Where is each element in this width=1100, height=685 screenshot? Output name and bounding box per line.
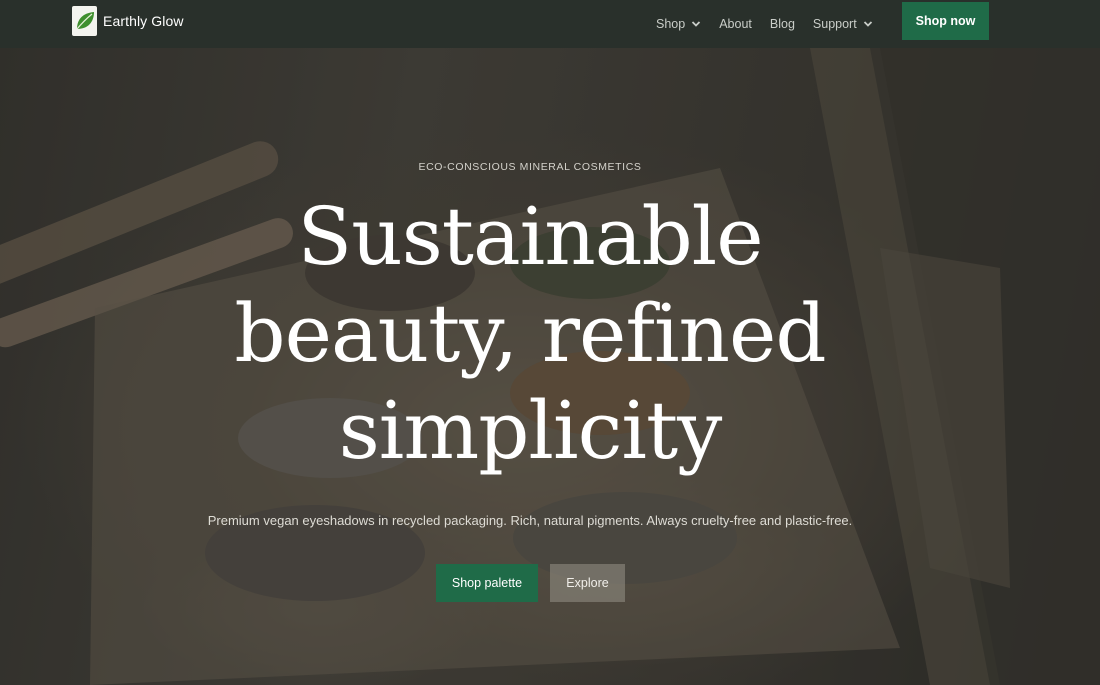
nav-item-label: Support: [812, 17, 857, 31]
headline-line: beauty, refined: [234, 287, 826, 380]
chevron-down-icon: [863, 21, 872, 27]
hero-eyebrow: ECO-CONSCIOUS MINERAL COSMETICS: [418, 161, 642, 173]
shop-now-button[interactable]: Shop now: [902, 2, 989, 40]
nav-item-support[interactable]: Support: [813, 17, 873, 31]
chevron-down-icon: [692, 21, 701, 27]
brand-name: Earthly Glow: [103, 13, 184, 29]
explore-button[interactable]: Explore: [550, 564, 625, 602]
shop-palette-button[interactable]: Shop palette: [436, 564, 538, 602]
headline-line: Sustainable: [297, 190, 763, 283]
nav-item-label: Shop: [656, 17, 686, 31]
hero-subtitle: Premium vegan eyeshadows in recycled pac…: [207, 513, 853, 528]
nav-item-shop[interactable]: Shop: [656, 17, 701, 31]
nav-item-blog[interactable]: Blog: [770, 17, 795, 31]
leaf-icon: [72, 6, 97, 36]
hero-section: ECO-CONSCIOUS MINERAL COSMETICS Sustaina…: [0, 48, 1100, 685]
headline-line: simplicity: [338, 384, 723, 477]
nav-item-about[interactable]: About: [719, 17, 752, 31]
brand-link[interactable]: Earthly Glow: [72, 6, 184, 36]
top-navbar: Earthly Glow Shop About Blog Support Sho…: [0, 0, 1100, 48]
nav-item-label: Blog: [769, 17, 795, 31]
hero-headline: Sustainable beauty, refined simplicity: [0, 188, 1060, 479]
nav-item-label: About: [719, 17, 752, 31]
main-nav: Shop About Blog Support: [656, 0, 873, 48]
hero-cta-group: Shop palette Explore: [436, 564, 625, 602]
